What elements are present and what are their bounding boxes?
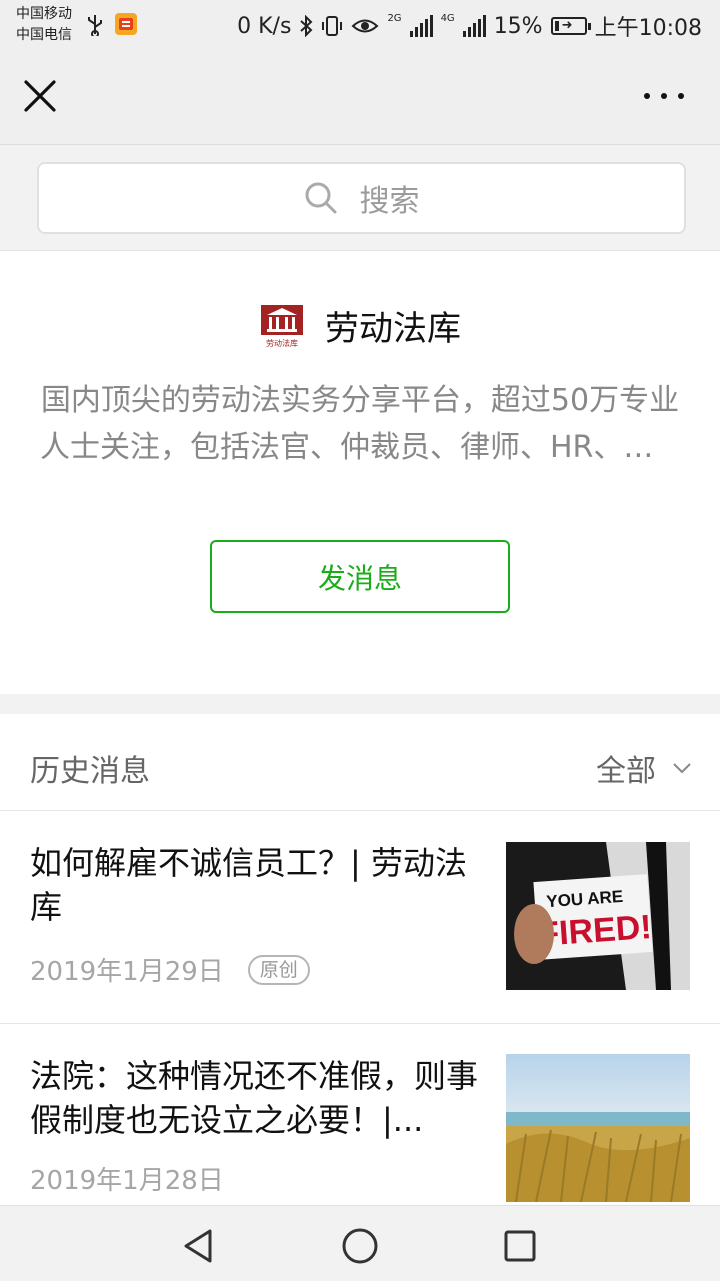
status-bar: 中国移动 中国电信 0 K/s 2G 4G 15% ➜ 上午10:08: [0, 0, 720, 50]
app-notification-icon: [115, 13, 137, 35]
close-button[interactable]: [22, 78, 58, 114]
article-thumbnail: [506, 1054, 690, 1202]
more-icon-dot: [661, 93, 667, 99]
more-button[interactable]: [644, 88, 684, 104]
recents-square-icon: [504, 1230, 536, 1262]
description-line-2: 人士关注，包括法官、仲裁员、律师、HR、法...: [40, 430, 680, 465]
clock: 上午10:08: [594, 16, 702, 41]
more-icon-dot: [644, 93, 650, 99]
article-thumbnail: YOU ARE FIRED!: [506, 842, 690, 990]
back-triangle-icon: [184, 1229, 212, 1263]
account-header: 劳动法库 劳动法库: [0, 301, 720, 350]
description-line-1: 国内顶尖的劳动法实务分享平台，超过50万专业: [40, 383, 680, 418]
section-gap: [0, 694, 720, 714]
fired-image: YOU ARE FIRED!: [506, 842, 690, 990]
usb-icon: [88, 15, 102, 36]
search-input[interactable]: 搜索: [37, 162, 686, 234]
carrier-info: 中国移动 中国电信: [16, 4, 72, 46]
send-message-button[interactable]: 发消息: [210, 540, 510, 613]
chevron-down-icon: [673, 763, 691, 774]
signal-2-icon: [462, 15, 486, 37]
list-item[interactable]: 法院：这种情况还不准假，则事假制度也无设立之必要！|... 2019年1月28日: [0, 1024, 720, 1205]
history-title: 历史消息: [30, 754, 150, 789]
recents-button[interactable]: [500, 1226, 540, 1266]
logo-text: 劳动法库: [266, 338, 298, 348]
home-button[interactable]: [340, 1226, 380, 1266]
vibrate-icon: [322, 16, 343, 36]
article-title: 法院：这种情况还不准假，则事假制度也无设立之必要！|...: [30, 1057, 479, 1139]
search-placeholder: 搜索: [359, 184, 420, 219]
account-name: 劳动法库: [325, 309, 461, 349]
beach-grass-image: [506, 1054, 690, 1202]
history-filter-label: 全部: [596, 754, 656, 789]
article-meta: 2019年1月28日: [30, 1160, 224, 1197]
account-profile: 劳动法库 劳动法库 国内顶尖的劳动法实务分享平台，超过50万专业 人士关注，包括…: [0, 251, 720, 694]
article-title: 如何解雇不诚信员工？| 劳动法库: [30, 844, 467, 926]
eye-comfort-icon: [351, 19, 379, 33]
search-icon: [305, 182, 336, 214]
network-2-label: 4G: [440, 12, 455, 24]
original-badge: 原创: [247, 954, 310, 985]
more-icon-dot: [678, 93, 684, 99]
carrier-1: 中国移动: [16, 6, 72, 22]
network-1-label: 2G: [387, 12, 402, 24]
bluetooth-icon: [300, 15, 313, 37]
article-date: 2019年1月28日: [30, 1166, 224, 1196]
battery-percent: 15%: [493, 13, 543, 39]
back-button[interactable]: [180, 1226, 220, 1266]
top-bar: [0, 50, 720, 145]
home-circle-icon: [342, 1228, 378, 1264]
battery-icon: ➜: [550, 17, 591, 35]
history-header: 历史消息 全部: [0, 714, 720, 811]
account-logo: 劳动法库: [261, 304, 303, 348]
search-area: 搜索: [0, 145, 720, 251]
article-meta: 2019年1月29日 原创: [30, 951, 310, 988]
thumb-text-line2: FIRED!: [537, 908, 653, 954]
status-right: 0 K/s 2G 4G 15% ➜ 上午10:08: [237, 10, 702, 42]
system-nav-bar: [0, 1205, 720, 1281]
carrier-2: 中国电信: [16, 27, 72, 43]
history-filter-dropdown[interactable]: 全部: [596, 746, 692, 790]
account-description: 国内顶尖的劳动法实务分享平台，超过50万专业 人士关注，包括法官、仲裁员、律师、…: [40, 377, 680, 471]
signal-1-icon: [409, 15, 433, 37]
list-item[interactable]: 如何解雇不诚信员工？| 劳动法库 2019年1月29日 原创 YOU ARE F…: [0, 811, 720, 1023]
close-icon: [24, 80, 56, 112]
article-date: 2019年1月29日: [30, 957, 224, 987]
net-speed: 0 K/s: [237, 13, 292, 39]
